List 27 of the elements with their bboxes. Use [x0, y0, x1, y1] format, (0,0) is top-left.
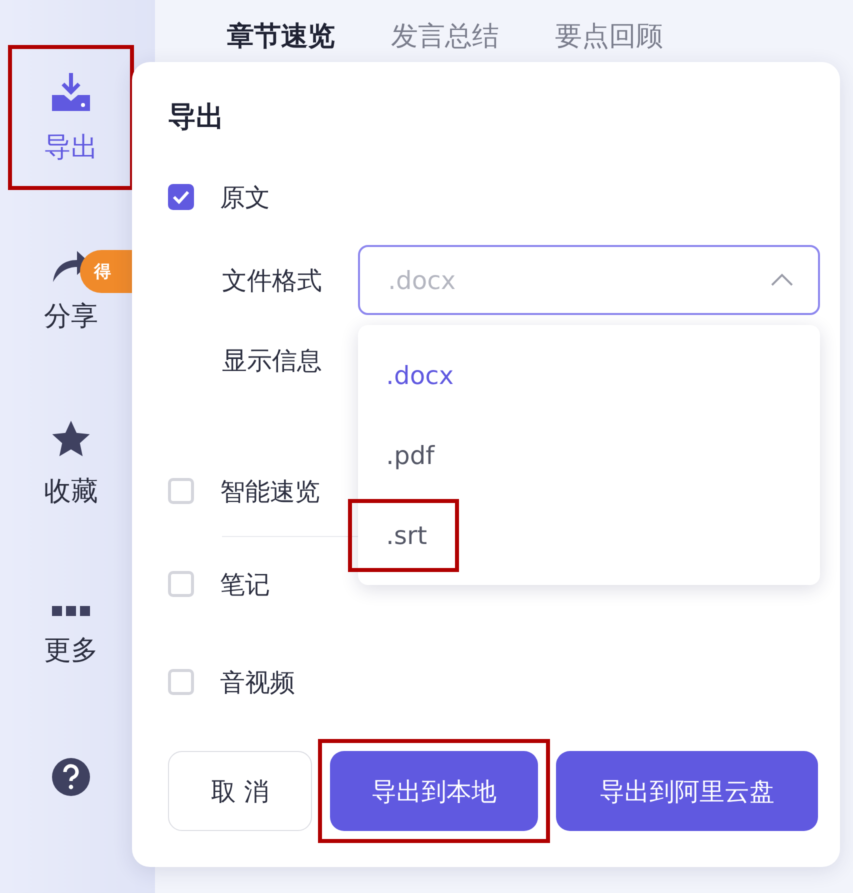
option-label: 智能速览: [220, 476, 320, 508]
option-label: 原文: [220, 182, 270, 214]
menu-item[interactable]: .pdf: [352, 422, 462, 488]
sidebar-item[interactable]: 导出: [8, 45, 134, 190]
cancel-button[interactable]: 取 消: [168, 751, 312, 831]
tab[interactable]: 章节速览: [227, 18, 335, 54]
chevron-icon: [770, 273, 794, 287]
export-button[interactable]: 导出到阿里云盘: [556, 751, 818, 831]
help-icon: [51, 757, 91, 797]
dialog-title: 导出: [168, 99, 225, 135]
checkbox[interactable]: [168, 669, 194, 695]
star-icon: [50, 418, 92, 458]
export-button[interactable]: 导出到本地: [330, 751, 538, 831]
option-label: 音视频: [220, 666, 295, 698]
more-icon: [52, 606, 90, 618]
tab[interactable]: 要点回顾: [555, 18, 663, 54]
field-label: 文件格式: [222, 264, 323, 296]
checkbox[interactable]: [168, 571, 194, 597]
option-label: 笔记: [220, 568, 270, 600]
check-icon: [172, 190, 190, 204]
tab[interactable]: 发言总结: [391, 18, 499, 54]
field-label: 显示信息: [222, 344, 323, 376]
sidebar-item[interactable]: 收藏: [8, 391, 134, 536]
checkbox[interactable]: [168, 184, 194, 210]
checkbox[interactable]: [168, 478, 194, 504]
menu-item[interactable]: .docx: [352, 342, 482, 408]
sidebar-item[interactable]: 更多: [8, 564, 134, 709]
